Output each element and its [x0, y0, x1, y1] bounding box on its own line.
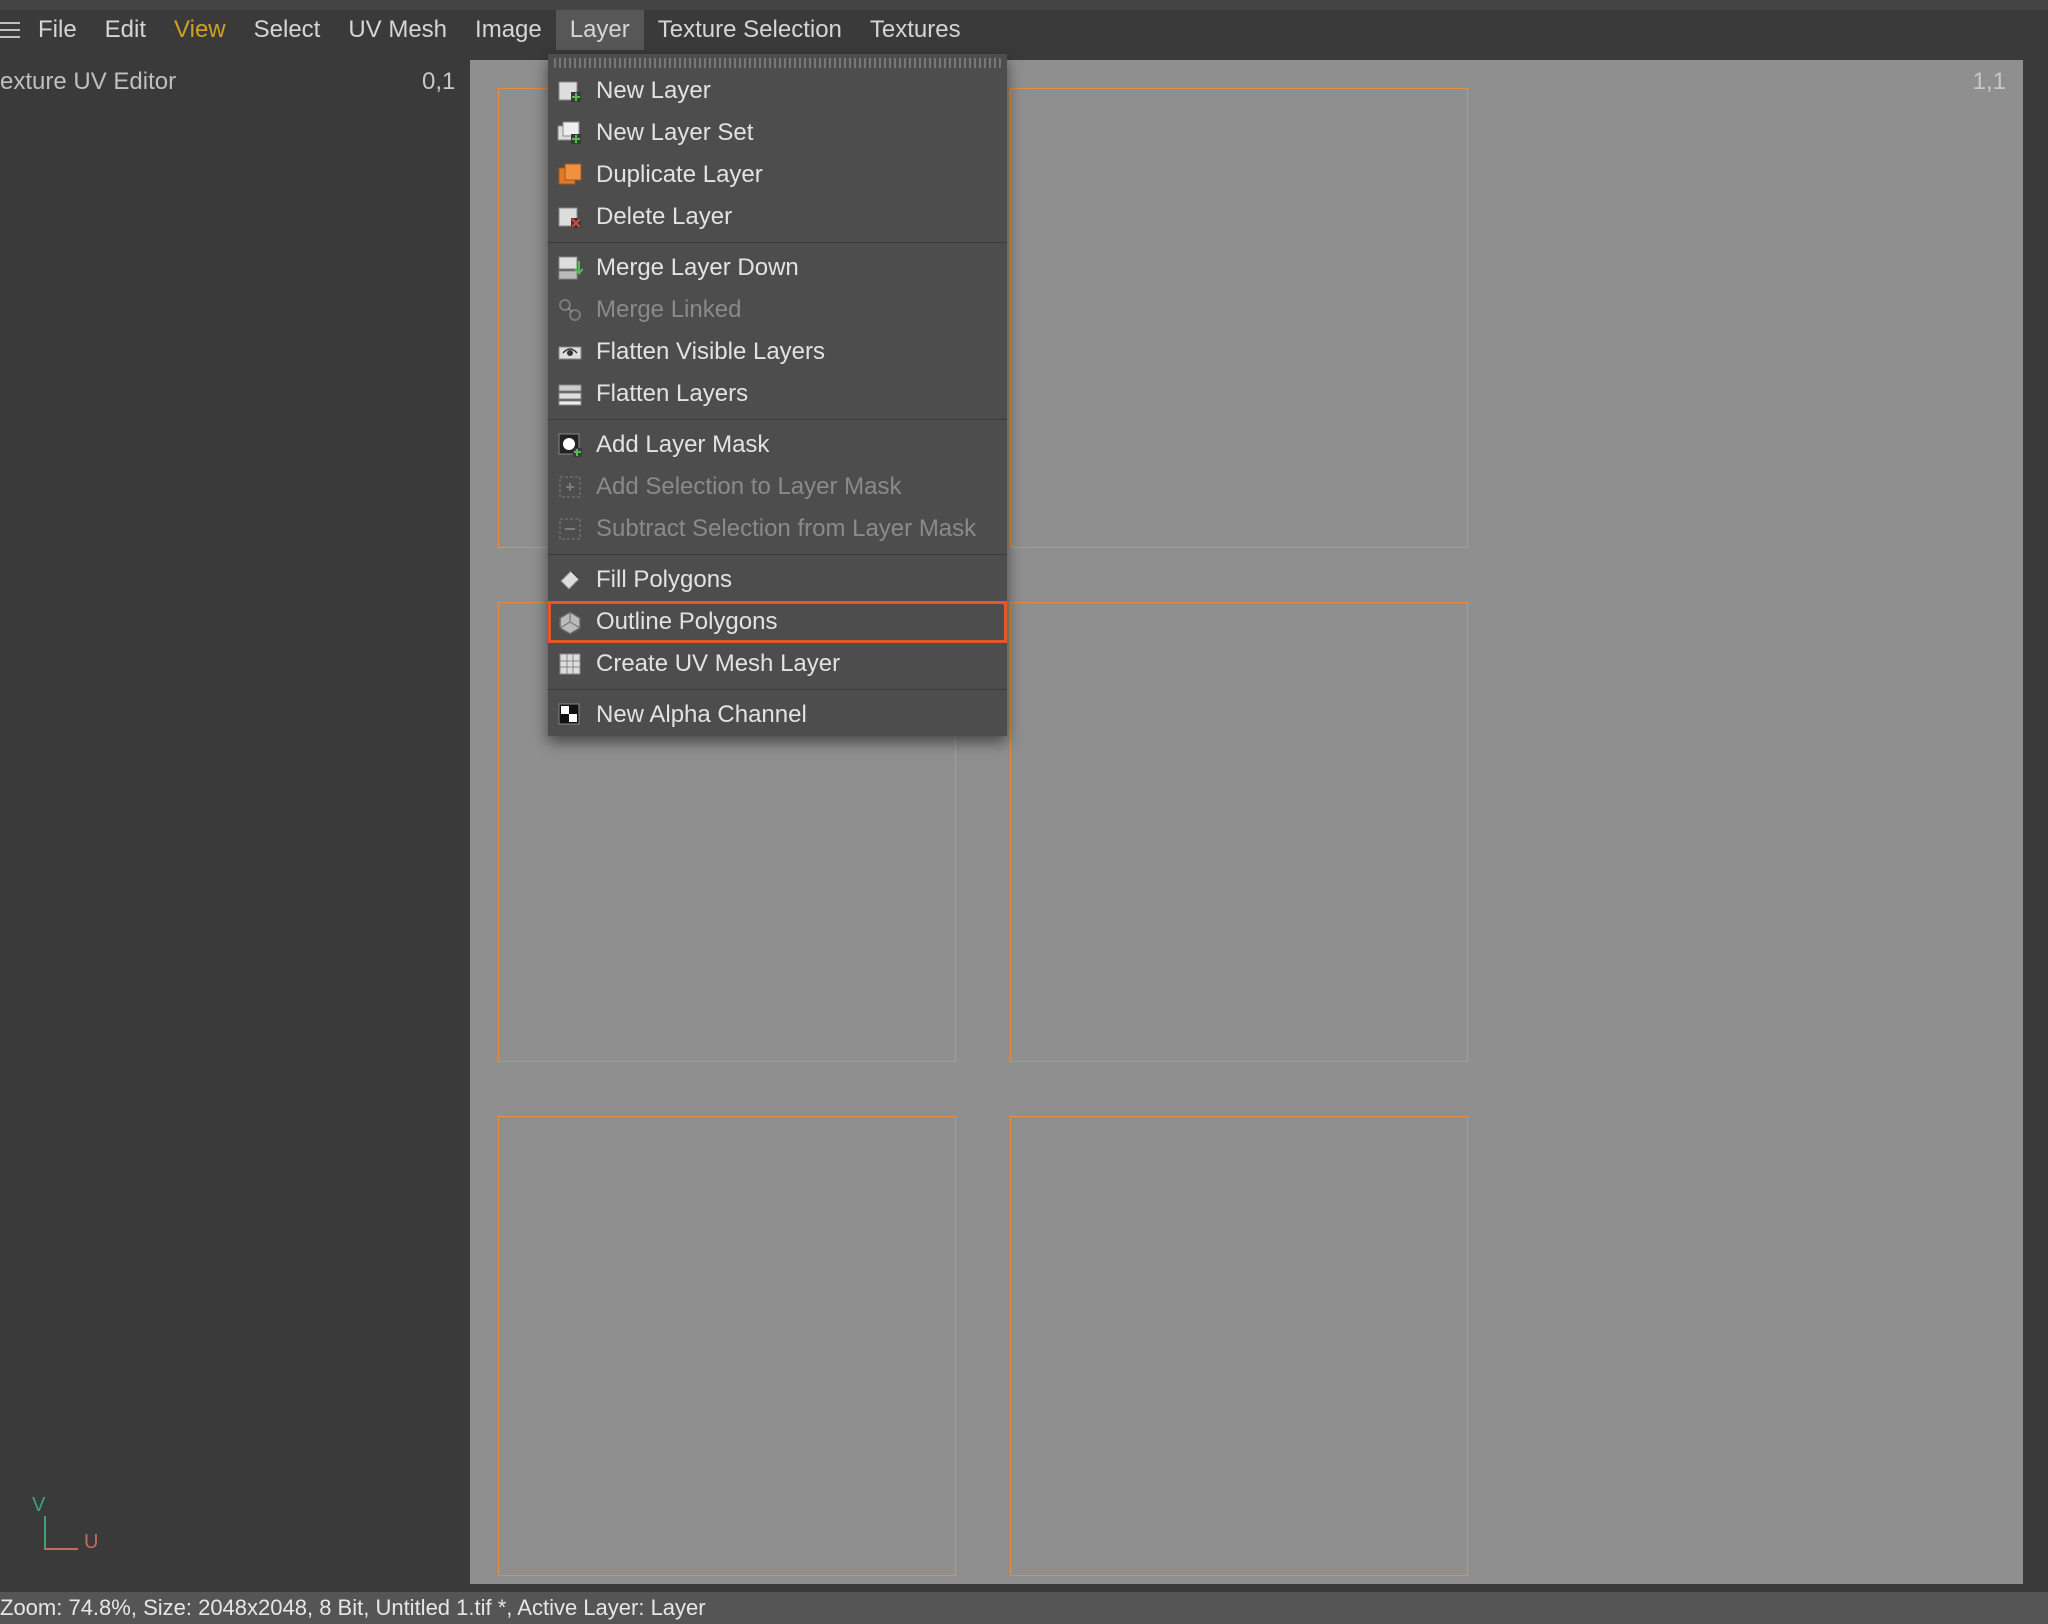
axis-v-line: [44, 1516, 46, 1550]
menu-separator: [548, 419, 1007, 420]
menu-item-add-selection-mask: Add Selection to Layer Mask: [548, 466, 1007, 508]
menu-item-subtract-selection-mask: Subtract Selection from Layer Mask: [548, 508, 1007, 550]
menu-item-fill-polygons[interactable]: Fill Polygons: [548, 559, 1007, 601]
uv-island: [498, 1116, 956, 1576]
merge-down-icon: [554, 252, 586, 284]
sub-sel-mask-icon: [554, 513, 586, 545]
menu-item-new-alpha-channel[interactable]: New Alpha Channel: [548, 694, 1007, 736]
uv-island: [1010, 602, 1468, 1062]
menu-item-outline-polygons[interactable]: Outline Polygons: [548, 601, 1007, 643]
menu-item-flatten-visible[interactable]: Flatten Visible Layers: [548, 331, 1007, 373]
status-bar: Zoom: 74.8%, Size: 2048x2048, 8 Bit, Unt…: [0, 1592, 2048, 1624]
uv-coord-top-right: 1,1: [1973, 68, 2006, 96]
new-layer-icon: [554, 75, 586, 107]
menu-textures[interactable]: Textures: [856, 10, 975, 50]
menu-layer[interactable]: Layer: [556, 10, 644, 50]
menu-separator: [548, 242, 1007, 243]
menu-item-new-layer-set[interactable]: New Layer Set: [548, 112, 1007, 154]
menu-item-label: Fill Polygons: [596, 566, 732, 594]
menu-item-new-layer[interactable]: New Layer: [548, 70, 1007, 112]
duplicate-layer-icon: [554, 159, 586, 191]
menubar: File Edit View Select UV Mesh Image Laye…: [0, 10, 2048, 50]
panel-title: exture UV Editor: [0, 68, 176, 96]
hamburger-icon[interactable]: [0, 10, 24, 50]
menu-item-merge-linked: Merge Linked: [548, 289, 1007, 331]
add-sel-mask-icon: [554, 471, 586, 503]
menu-texture-selection[interactable]: Texture Selection: [644, 10, 856, 50]
menu-item-label: Flatten Visible Layers: [596, 338, 825, 366]
menu-item-create-uv-mesh-layer[interactable]: Create UV Mesh Layer: [548, 643, 1007, 685]
fill-polygons-icon: [554, 564, 586, 596]
menu-item-merge-down[interactable]: Merge Layer Down: [548, 247, 1007, 289]
uv-island: [1010, 88, 1468, 548]
top-toolbar-strip: [0, 0, 2048, 10]
outline-polygons-icon: [554, 606, 586, 638]
axis-u-line: [44, 1548, 78, 1550]
axis-u-label: U: [84, 1531, 98, 1554]
new-alpha-icon: [554, 699, 586, 731]
menu-item-label: New Layer: [596, 77, 711, 105]
menu-item-label: Duplicate Layer: [596, 161, 763, 189]
uv-coord-top-left: 0,1: [422, 68, 455, 96]
menu-item-label: Subtract Selection from Layer Mask: [596, 515, 976, 543]
menu-select[interactable]: Select: [240, 10, 335, 50]
menu-grip[interactable]: [554, 58, 1001, 68]
menu-item-label: Merge Linked: [596, 296, 741, 324]
delete-layer-icon: [554, 201, 586, 233]
axis-v-label: V: [32, 1494, 45, 1517]
menu-item-label: Outline Polygons: [596, 608, 777, 636]
menu-item-label: New Layer Set: [596, 119, 753, 147]
new-layer-set-icon: [554, 117, 586, 149]
menu-item-delete-layer[interactable]: Delete Layer: [548, 196, 1007, 238]
menu-image[interactable]: Image: [461, 10, 556, 50]
menu-separator: [548, 554, 1007, 555]
layer-menu-dropdown: New Layer New Layer Set Duplicate Layer …: [548, 54, 1007, 736]
uv-island: [1010, 1116, 1468, 1576]
menu-item-label: Delete Layer: [596, 203, 732, 231]
menu-separator: [548, 689, 1007, 690]
menu-file[interactable]: File: [24, 10, 91, 50]
menu-item-label: Flatten Layers: [596, 380, 748, 408]
menu-item-duplicate-layer[interactable]: Duplicate Layer: [548, 154, 1007, 196]
menu-edit[interactable]: Edit: [91, 10, 160, 50]
menu-item-label: Add Selection to Layer Mask: [596, 473, 902, 501]
add-mask-icon: [554, 429, 586, 461]
menu-item-label: Create UV Mesh Layer: [596, 650, 840, 678]
menu-view[interactable]: View: [160, 10, 240, 50]
menu-item-label: Merge Layer Down: [596, 254, 799, 282]
menu-item-add-layer-mask[interactable]: Add Layer Mask: [548, 424, 1007, 466]
menu-uv-mesh[interactable]: UV Mesh: [334, 10, 461, 50]
uv-mesh-layer-icon: [554, 648, 586, 680]
uv-axis-indicator: V U: [26, 1494, 86, 1554]
flatten-layers-icon: [554, 378, 586, 410]
menu-item-label: Add Layer Mask: [596, 431, 769, 459]
flatten-visible-icon: [554, 336, 586, 368]
menu-item-label: New Alpha Channel: [596, 701, 807, 729]
menu-item-flatten-layers[interactable]: Flatten Layers: [548, 373, 1007, 415]
merge-linked-icon: [554, 294, 586, 326]
